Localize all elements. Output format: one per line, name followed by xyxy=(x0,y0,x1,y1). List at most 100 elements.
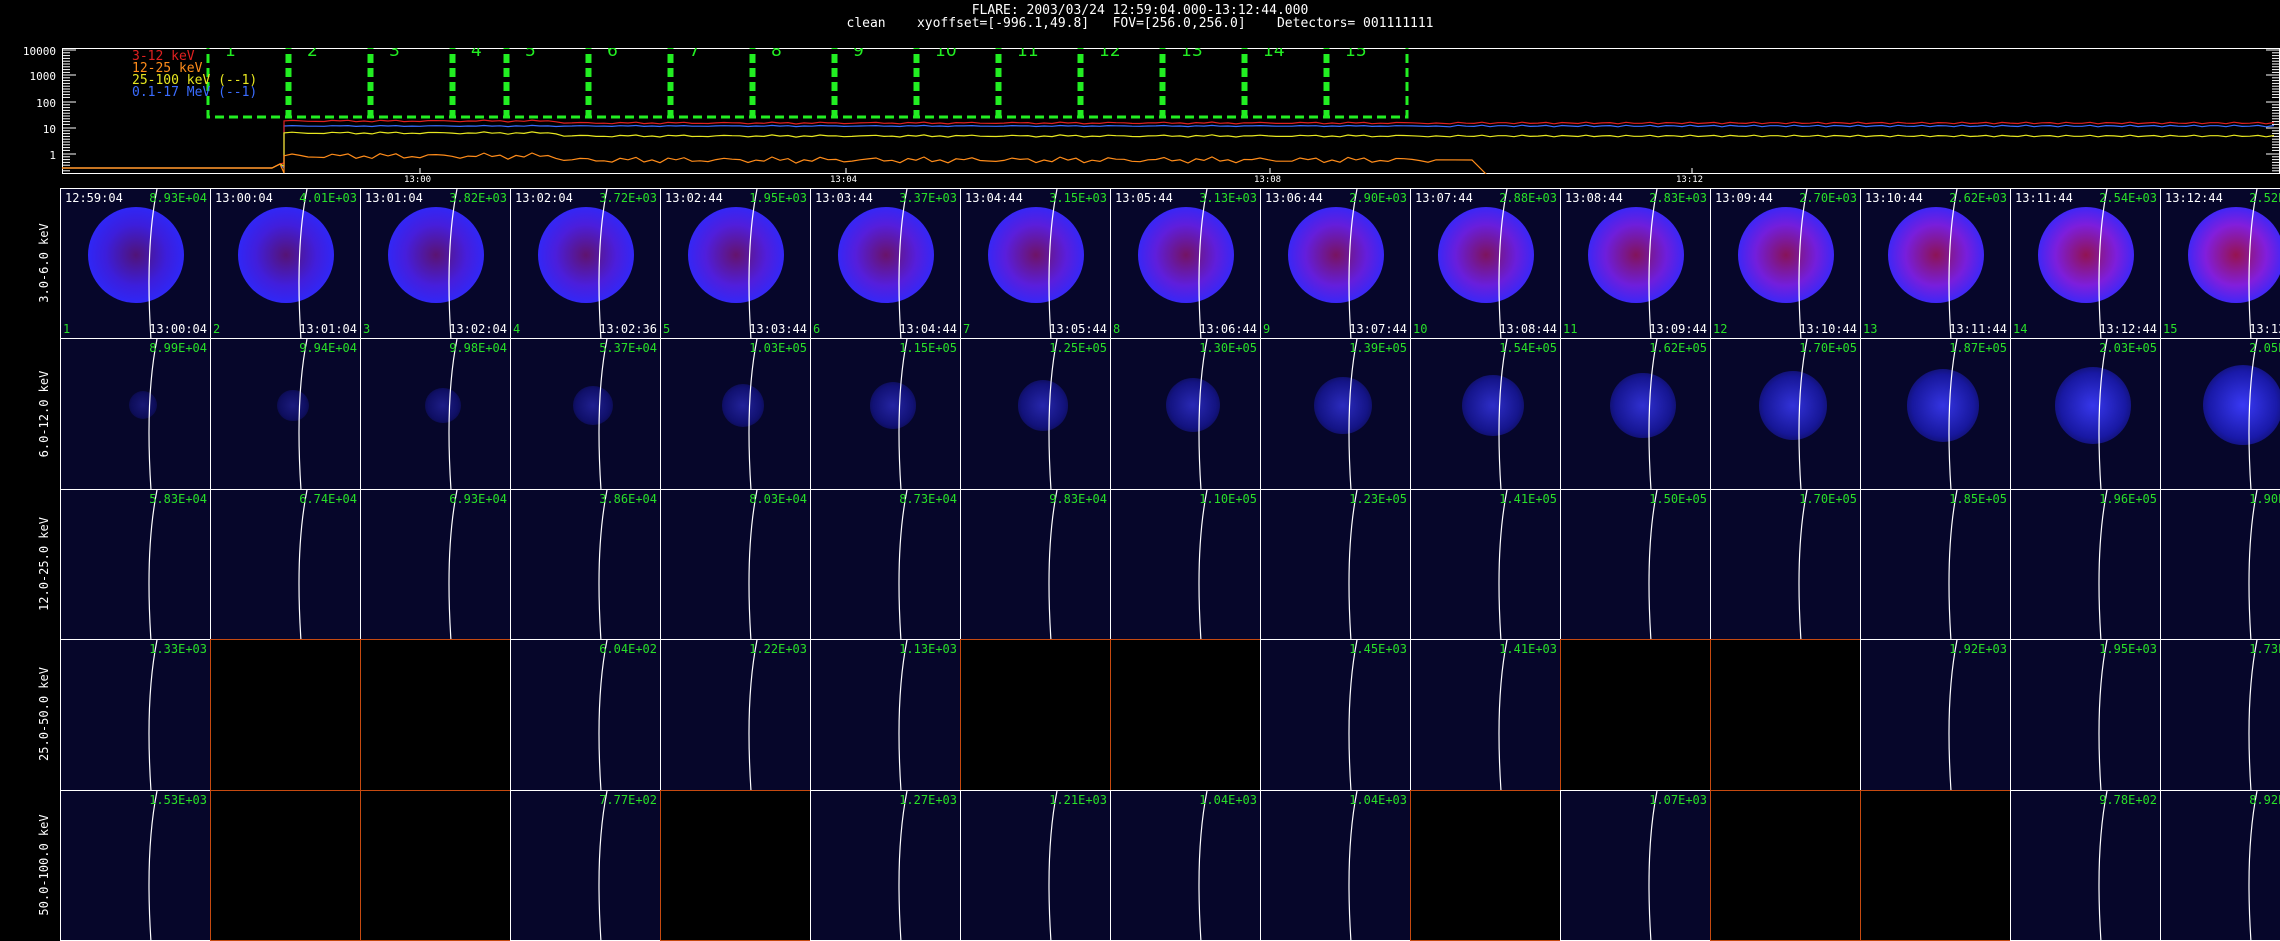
image-tile[interactable]: 1.23E+05 xyxy=(1260,488,1411,641)
image-tile[interactable]: 1.73E+03 xyxy=(2160,639,2280,791)
image-tile[interactable]: 2.70E+03 13:09:44 13:10:44 12 xyxy=(1710,188,1861,340)
image-tile[interactable]: 1.30E+05 xyxy=(1110,338,1261,490)
image-tile[interactable]: 1.96E+05 xyxy=(2010,488,2161,641)
start-time: 13:06:44 xyxy=(1265,191,1323,205)
image-tile[interactable]: 2.05E+05 xyxy=(2160,338,2280,490)
image-tile[interactable]: 1.95E+03 xyxy=(2010,639,2161,791)
image-tile[interactable] xyxy=(210,789,361,941)
image-tile[interactable] xyxy=(210,639,361,791)
image-max-value: 9.78E+02 xyxy=(2099,792,2157,807)
image-max-value: 1.41E+05 xyxy=(1499,491,1557,506)
image-tile[interactable]: 9.94E+04 xyxy=(210,338,361,490)
image-tile[interactable]: 1.50E+05 xyxy=(1560,488,1711,641)
image-tile[interactable]: 1.15E+05 xyxy=(810,338,961,490)
image-tile[interactable]: 3.37E+03 13:03:44 13:04:44 6 xyxy=(810,188,961,340)
image-tile[interactable]: 1.07E+03 xyxy=(1560,789,1711,941)
image-tile[interactable]: 8.99E+04 xyxy=(60,338,211,490)
image-tile[interactable]: 1.33E+03 xyxy=(60,639,211,791)
image-tile[interactable] xyxy=(1560,639,1711,791)
image-tile[interactable]: 1.21E+03 xyxy=(960,789,1111,941)
image-tile[interactable]: 1.39E+05 xyxy=(1260,338,1411,490)
image-tile[interactable]: 7.77E+02 xyxy=(510,789,661,941)
image-max-value: 2.05E+05 xyxy=(2249,341,2280,356)
image-tile[interactable]: 9.98E+04 xyxy=(360,338,511,490)
image-max-value: 1.10E+05 xyxy=(1199,491,1257,506)
image-tile[interactable]: 1.22E+03 xyxy=(660,639,811,791)
image-tile[interactable]: 2.52E+03 13:12:44 13:13:44 15 xyxy=(2160,188,2280,340)
image-max-value: 6.74E+04 xyxy=(299,491,357,506)
start-time: 13:01:04 xyxy=(365,191,423,205)
image-tile[interactable]: 1.27E+03 xyxy=(810,789,961,941)
image-tile[interactable]: 2.88E+03 13:07:44 13:08:44 10 xyxy=(1410,188,1561,340)
image-tile[interactable]: 1.54E+05 xyxy=(1410,338,1561,490)
image-tile[interactable]: 1.53E+03 xyxy=(60,789,211,941)
solar-limb xyxy=(448,189,458,339)
solar-limb xyxy=(898,489,908,640)
image-tile[interactable]: 2.54E+03 13:11:44 13:12:44 14 xyxy=(2010,188,2161,340)
image-max-value: 2.90E+03 xyxy=(1349,191,1407,205)
image-tile[interactable]: 2.90E+03 13:06:44 13:07:44 9 xyxy=(1260,188,1411,340)
image-tile[interactable] xyxy=(1410,789,1561,941)
image-tile[interactable]: 1.85E+05 xyxy=(1860,488,2011,641)
image-tile[interactable] xyxy=(960,639,1111,791)
solar-limb xyxy=(748,339,758,489)
image-tile[interactable]: 8.92E+02 xyxy=(2160,789,2280,941)
image-tile[interactable]: 1.70E+05 xyxy=(1710,338,1861,490)
image-max-value: 3.13E+03 xyxy=(1199,191,1257,205)
image-tile[interactable]: 9.78E+02 xyxy=(2010,789,2161,941)
image-tile[interactable]: 1.92E+03 xyxy=(1860,639,2011,791)
image-tile[interactable]: 6.74E+04 xyxy=(210,488,361,641)
image-tile[interactable]: 9.83E+04 xyxy=(960,488,1111,641)
lightcurve-series xyxy=(62,119,2275,169)
interval-number: 9 xyxy=(853,48,864,61)
image-tile[interactable]: 2.03E+05 xyxy=(2010,338,2161,490)
image-tile[interactable]: 1.04E+03 xyxy=(1110,789,1261,941)
image-params: clean xyoffset=[-996.1,49.8] FOV=[256.0,… xyxy=(846,16,1434,31)
image-tile[interactable]: 3.86E+04 xyxy=(510,488,661,641)
image-tile[interactable] xyxy=(1710,789,1861,941)
image-tile[interactable]: 1.13E+03 xyxy=(810,639,961,791)
image-tile[interactable]: 3.72E+03 13:02:04 13:02:36 4 xyxy=(510,188,661,340)
image-tile[interactable]: 2.83E+03 13:08:44 13:09:44 11 xyxy=(1560,188,1711,340)
image-tile[interactable] xyxy=(360,789,511,941)
image-tile[interactable]: 3.82E+03 13:01:04 13:02:04 3 xyxy=(360,188,511,340)
image-tile[interactable]: 4.01E+03 13:00:04 13:01:04 2 xyxy=(210,188,361,340)
image-tile[interactable]: 1.41E+05 xyxy=(1410,488,1561,641)
solar-limb xyxy=(1648,189,1658,339)
image-tile[interactable]: 1.90E+05 xyxy=(2160,488,2280,641)
image-tile[interactable]: 1.10E+05 xyxy=(1110,488,1261,641)
image-tile[interactable]: 1.70E+05 xyxy=(1710,488,1861,641)
image-tile[interactable]: 6.93E+04 xyxy=(360,488,511,641)
image-tile[interactable]: 1.87E+05 xyxy=(1860,338,2011,490)
image-tile[interactable]: 1.45E+03 xyxy=(1260,639,1411,791)
image-tile[interactable] xyxy=(1710,639,1861,791)
y-tick-label: 1000 xyxy=(29,70,57,83)
image-tile[interactable] xyxy=(360,639,511,791)
image-tile[interactable]: 8.03E+04 xyxy=(660,488,811,641)
image-tile[interactable]: 3.15E+03 13:04:44 13:05:44 7 xyxy=(960,188,1111,340)
solar-limb xyxy=(1948,640,1958,790)
image-max-value: 1.41E+03 xyxy=(1499,642,1557,657)
image-tile[interactable]: 1.41E+03 xyxy=(1410,639,1561,791)
image-tile[interactable]: 5.37E+04 xyxy=(510,338,661,490)
image-tile[interactable] xyxy=(1110,639,1261,791)
image-tile[interactable]: 5.83E+04 xyxy=(60,488,211,641)
image-tile[interactable]: 1.25E+05 xyxy=(960,338,1111,490)
image-tile[interactable]: 8.73E+04 xyxy=(810,488,961,641)
solar-limb xyxy=(448,489,458,640)
image-tile[interactable]: 1.62E+05 xyxy=(1560,338,1711,490)
image-tile[interactable] xyxy=(1860,789,2011,941)
image-tile[interactable]: 6.04E+02 xyxy=(510,639,661,791)
interval-index: 11 xyxy=(1563,322,1578,337)
image-tile[interactable]: 8.93E+04 12:59:04 13:00:04 1 xyxy=(60,188,211,340)
interval-number: 6 xyxy=(607,48,618,61)
image-tile[interactable]: 1.03E+05 xyxy=(660,338,811,490)
image-tile[interactable]: 1.04E+03 xyxy=(1260,789,1411,941)
image-tile[interactable] xyxy=(660,789,811,941)
start-time: 13:00:04 xyxy=(215,191,273,205)
image-tile[interactable]: 3.13E+03 13:05:44 13:06:44 8 xyxy=(1110,188,1261,340)
interval-number: 10 xyxy=(935,48,957,61)
solar-limb xyxy=(1948,339,1958,489)
image-tile[interactable]: 1.95E+03 13:02:44 13:03:44 5 xyxy=(660,188,811,340)
image-tile[interactable]: 2.62E+03 13:10:44 13:11:44 13 xyxy=(1860,188,2011,340)
